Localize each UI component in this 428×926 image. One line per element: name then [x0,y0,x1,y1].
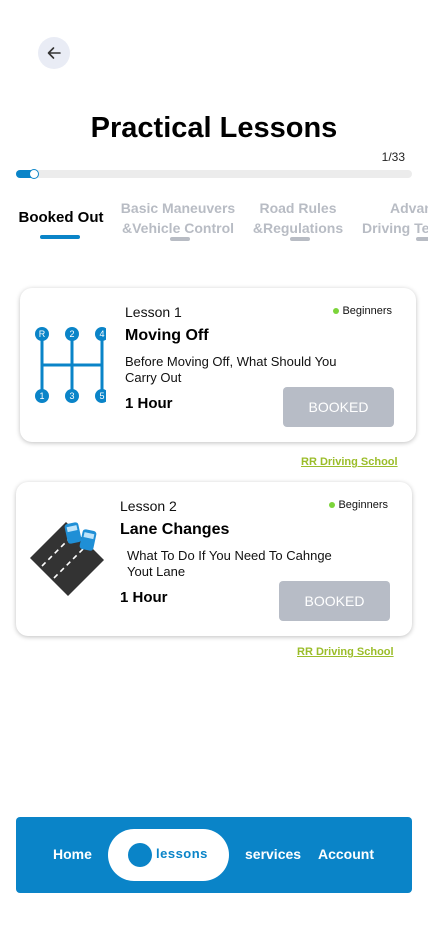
nav-lessons[interactable]: lessons [108,829,229,881]
arrow-left-icon [47,47,61,59]
lesson-number: Lesson 1 [125,304,182,320]
nav-lessons-label: lessons [156,846,208,861]
gear-label: 2 [69,329,74,339]
lesson-title: Moving Off [125,327,209,344]
progress-bar [16,169,412,179]
back-button[interactable] [38,37,70,69]
gear-label: 1 [39,391,44,401]
tab-indicator [170,237,190,241]
school-link[interactable]: RR Driving School [297,646,394,658]
booked-button[interactable]: BOOKED [283,387,394,427]
level-label: Beginners [338,499,388,511]
gear-shift-icon: R 2 4 1 3 5 [35,327,106,403]
lesson-duration: 1 Hour [125,395,173,412]
school-link[interactable]: RR Driving School [301,456,398,468]
lesson-card[interactable]: R 2 4 1 3 5 Lesson 1 Beginners Moving Of… [20,288,416,442]
gear-label: 5 [99,391,104,401]
lesson-description: Before Moving Off, What Should You Carry… [125,354,337,385]
category-tabs: Booked Out Basic Maneuvers &Vehicle Cont… [0,198,428,248]
gear-label: 3 [69,391,74,401]
booked-button[interactable]: BOOKED [279,581,390,621]
tab-indicator-active [40,235,80,239]
progress-knob [28,169,39,179]
gear-label: R [39,329,46,339]
lesson-description: What To Do If You Need To Cahnge Yout La… [127,548,332,579]
nav-home[interactable]: Home [53,846,92,862]
lessons-icon [128,843,152,867]
tab-road-rules[interactable]: Road Rules &Regulations [252,198,344,238]
gear-label: 4 [99,329,104,339]
tab-indicator [290,237,310,241]
level-badge: Beginners [333,305,392,317]
lesson-card[interactable]: Lesson 2 Beginners Lane Changes What To … [16,482,412,636]
level-label: Beginners [342,305,392,317]
tab-basic-maneuvers[interactable]: Basic Maneuvers &Vehicle Control [118,198,238,238]
lesson-title: Lane Changes [120,521,230,538]
lesson-counter: 1/33 [381,150,405,164]
tab-indicator [416,237,428,241]
nav-services[interactable]: services [245,846,301,862]
bottom-nav: Home lessons services Account [16,817,412,893]
status-dot-icon [329,502,336,508]
tab-advanced-driving[interactable]: Advanced Driving Techniques [362,198,428,238]
page-title: Practical Lessons [90,112,338,144]
tab-booked-out[interactable]: Booked Out [16,208,106,228]
lane-change-road-icon [30,522,104,596]
status-dot-icon [333,308,340,314]
nav-account[interactable]: Account [318,846,374,862]
lesson-number: Lesson 2 [120,498,177,514]
level-badge: Beginners [329,499,388,511]
lesson-duration: 1 Hour [120,589,168,606]
